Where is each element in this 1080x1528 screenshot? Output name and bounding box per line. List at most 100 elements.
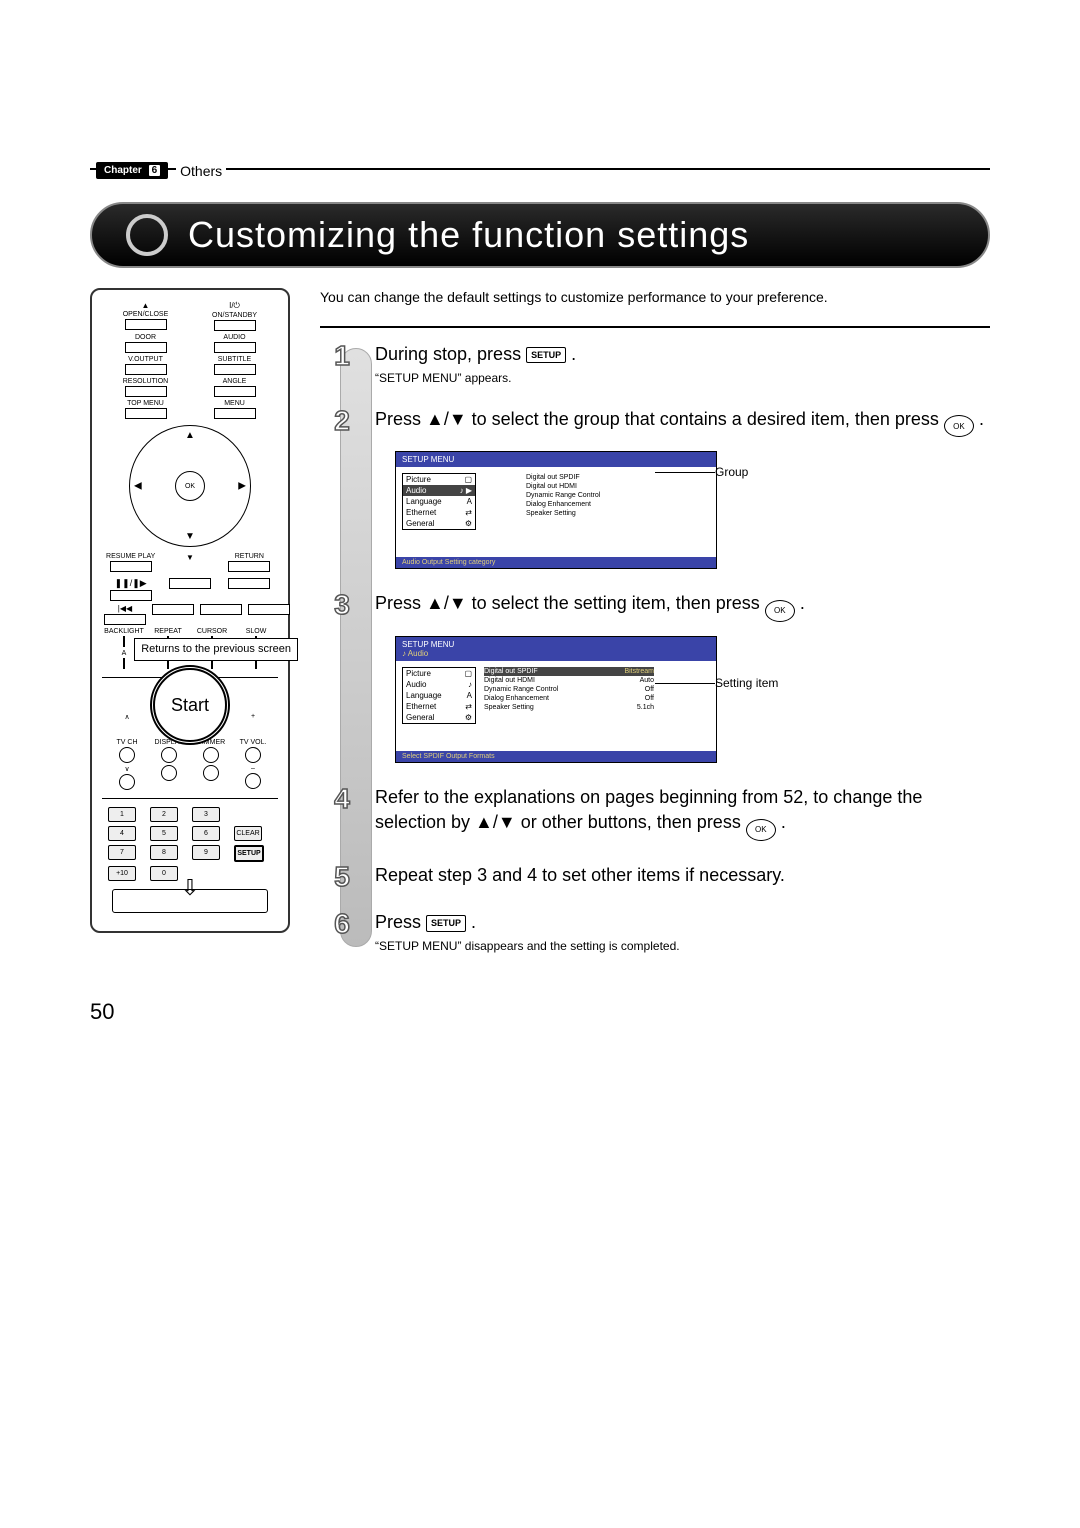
- osd-header: SETUP MENU: [396, 452, 716, 467]
- ff-button: [200, 604, 242, 615]
- stop-button: [228, 578, 270, 589]
- step-3-text: Press ▲/▼ to select the setting item, th…: [375, 593, 765, 613]
- osd-screenshot-groups: SETUP MENU Picture▢ Audio♪ ▶ LanguageA E…: [395, 451, 717, 569]
- pause-icon: ❚❚/❚▶: [115, 578, 147, 589]
- resume-button: [110, 561, 152, 572]
- resolution-label: RESOLUTION: [123, 378, 169, 385]
- step-1: 1 During stop, press SETUP . “SETUP MENU…: [375, 342, 990, 385]
- dimmer-button: [203, 747, 219, 763]
- tv-vol-down-button: [245, 773, 261, 789]
- eject-icon: ▲: [142, 301, 150, 310]
- subtitle-button: [214, 364, 256, 375]
- down-icon: ▼: [185, 531, 195, 542]
- step-2-text: Press ▲/▼ to select the group that conta…: [375, 409, 944, 429]
- step-1-sub: “SETUP MENU” appears.: [375, 371, 990, 385]
- step-4-text: Refer to the explanations on pages begin…: [375, 787, 922, 832]
- chapter-tag: Chapter 6 Others: [96, 162, 226, 179]
- open-close-button: [125, 319, 167, 330]
- step-6: 6 Press SETUP . “SETUP MENU” disappears …: [375, 910, 990, 953]
- rew-button: [152, 604, 194, 615]
- remote-illustration: ▲OPEN/CLOSE I/⏻ON/STANDBY DOOR AUDIO V.O…: [90, 288, 290, 933]
- setup-button-remote: SETUP: [234, 845, 264, 862]
- a-button: [123, 658, 125, 669]
- tv-ch-label: TV CH: [117, 739, 138, 746]
- next-button: [248, 604, 290, 615]
- menu-label: MENU: [224, 400, 245, 407]
- audio-label: AUDIO: [223, 334, 245, 341]
- osd-group-list: Picture▢ Audio♪ LanguageA Ethernet⇄ Gene…: [402, 667, 476, 724]
- round-button: [161, 765, 177, 781]
- return-callout-text: Returns to the previous screen: [141, 643, 291, 655]
- resume-label: RESUME PLAY: [106, 553, 155, 560]
- left-icon: ◀: [134, 481, 142, 492]
- chapter-tag-label: Chapter: [104, 165, 142, 176]
- tv-ch-down-button: [119, 774, 135, 790]
- ok-key-icon: OK: [765, 600, 795, 622]
- chapter-number: 6: [149, 165, 161, 176]
- resolution-button: [125, 386, 167, 397]
- start-label: Start: [171, 695, 209, 716]
- step-5: 5 Repeat step 3 and 4 to set other items…: [375, 863, 990, 888]
- subtitle-label: SUBTITLE: [218, 356, 251, 363]
- chapter-section: Others: [176, 163, 226, 179]
- repeat-label: REPEAT: [154, 628, 182, 635]
- step-6-text: Press: [375, 912, 426, 932]
- osd-item-label: Setting item: [715, 676, 778, 690]
- on-standby-label: ON/STANDBY: [212, 312, 257, 319]
- section-rule: [320, 326, 990, 328]
- open-close-label: OPEN/CLOSE: [123, 311, 169, 318]
- backlight-label: BACKLIGHT: [104, 628, 144, 635]
- osd-group-label: Group: [715, 465, 748, 479]
- page-title: Customizing the function settings: [188, 214, 749, 256]
- audio-button: [214, 342, 256, 353]
- tv-vol-up-button: [245, 747, 261, 763]
- door-button: [125, 342, 167, 353]
- step-2: 2 Press ▲/▼ to select the group that con…: [375, 407, 990, 570]
- ok-key-icon: OK: [746, 819, 776, 841]
- step-6-number: 6: [328, 907, 356, 941]
- on-standby-button: [214, 320, 256, 331]
- display-button: [161, 747, 177, 763]
- angle-button: [214, 386, 256, 397]
- return-label: RETURN: [235, 553, 264, 560]
- step-1-number: 1: [328, 339, 356, 373]
- pause-button: [110, 590, 152, 601]
- step-4-number: 4: [328, 782, 356, 816]
- osd-footer: Audio Output Setting category: [396, 557, 716, 568]
- topmenu-label: TOP MENU: [127, 400, 164, 407]
- door-label: DOOR: [135, 334, 156, 341]
- osd-right-list: Digital out SPDIF Digital out HDMI Dynam…: [526, 473, 646, 518]
- step-1-text: During stop, press: [375, 344, 526, 364]
- return-button: [228, 561, 270, 572]
- title-banner: Customizing the function settings: [90, 202, 990, 268]
- backlight-button: [123, 636, 125, 647]
- clear-button: CLEAR: [234, 826, 262, 841]
- setup-key-icon: SETUP: [526, 347, 566, 364]
- ok-key-icon: OK: [944, 415, 974, 437]
- voutput-label: V.OUTPUT: [128, 356, 163, 363]
- step-4: 4 Refer to the explanations on pages beg…: [375, 785, 990, 841]
- osd-header: SETUP MENU: [402, 640, 454, 649]
- start-arrow-icon: ⇩: [181, 875, 199, 901]
- osd-screenshot-items: SETUP MENU ♪ Audio Picture▢ Audio♪ Langu…: [395, 636, 717, 763]
- tv-vol-label: TV VOL.: [240, 739, 267, 746]
- tv-ch-up-button: [119, 747, 135, 763]
- angle-label: ANGLE: [223, 378, 247, 385]
- page-number: 50: [90, 999, 990, 1025]
- start-callout: Start: [150, 665, 230, 745]
- osd-footer: Select SPDIF Output Formats: [396, 751, 716, 762]
- ok-button: OK: [175, 471, 205, 501]
- voutput-button: [125, 364, 167, 375]
- return-callout: Returns to the previous screen: [134, 638, 298, 661]
- round-button-2: [203, 765, 219, 781]
- prev-icon: |◀◀: [118, 604, 132, 613]
- title-accent-icon: [126, 214, 168, 256]
- step-3-number: 3: [328, 588, 356, 622]
- step-5-number: 5: [328, 860, 356, 894]
- menu-button: [214, 408, 256, 419]
- up-icon: ▲: [185, 430, 195, 441]
- step-3: 3 Press ▲/▼ to select the setting item, …: [375, 591, 990, 763]
- a-label: A: [122, 650, 127, 657]
- topmenu-button: [125, 408, 167, 419]
- numpad: 123 456CLEAR 789SETUP +100: [108, 807, 272, 881]
